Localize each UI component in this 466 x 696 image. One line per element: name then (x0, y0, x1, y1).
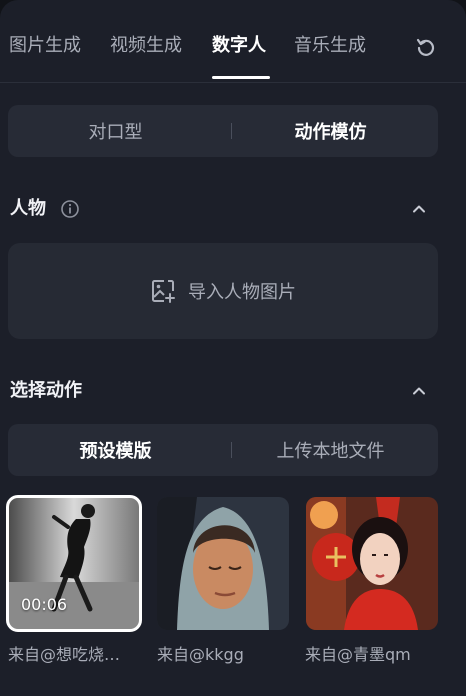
tab-digital-human[interactable]: 数字人 (212, 34, 266, 58)
action-source-toggle: 预设模版 上传本地文件 (8, 424, 438, 476)
tab-bar: 图片生成 视频生成 数字人 音乐生成 (0, 0, 466, 84)
mode-toggle: 对口型 动作模仿 (8, 105, 438, 157)
template-woman-thumbnail[interactable] (306, 497, 438, 630)
info-icon[interactable] (60, 199, 80, 219)
person-section-title: 人物 (10, 198, 46, 219)
template-man-thumbnail[interactable] (157, 497, 289, 630)
template-duration: 00:06 (21, 595, 68, 614)
tab-video-generation[interactable]: 视频生成 (110, 34, 182, 58)
tab-music-generation[interactable]: 音乐生成 (294, 34, 366, 58)
image-plus-icon (152, 280, 175, 303)
upload-local-file-tab[interactable]: 上传本地文件 (223, 424, 438, 476)
import-person-image-label: 导入人物图片 (188, 282, 296, 303)
chevron-up-icon[interactable] (411, 383, 427, 399)
tab-image-generation[interactable]: 图片生成 (9, 34, 81, 58)
template-list: 00:06 (6, 495, 448, 632)
chevron-up-icon[interactable] (411, 201, 427, 217)
mode-lip-sync[interactable]: 对口型 (8, 105, 223, 157)
import-person-image-button[interactable]: 导入人物图片 (8, 243, 438, 339)
active-tab-indicator (212, 76, 270, 79)
tabs-divider (0, 82, 466, 83)
refresh-icon[interactable] (414, 35, 438, 59)
action-section-title: 选择动作 (10, 380, 82, 401)
template-dancer-thumbnail[interactable]: 00:06 (6, 495, 142, 632)
mode-motion-imitation[interactable]: 动作模仿 (223, 105, 438, 157)
preset-templates-tab[interactable]: 预设模版 (8, 424, 223, 476)
template-caption: 来自@kkgg (157, 645, 244, 664)
template-caption: 来自@想吃烧… (8, 645, 121, 664)
digital-human-panel: 图片生成 视频生成 数字人 音乐生成 对口型 动作模仿 人物 导入人物图片 选择… (0, 0, 466, 696)
template-caption: 来自@青墨qm (305, 645, 411, 664)
